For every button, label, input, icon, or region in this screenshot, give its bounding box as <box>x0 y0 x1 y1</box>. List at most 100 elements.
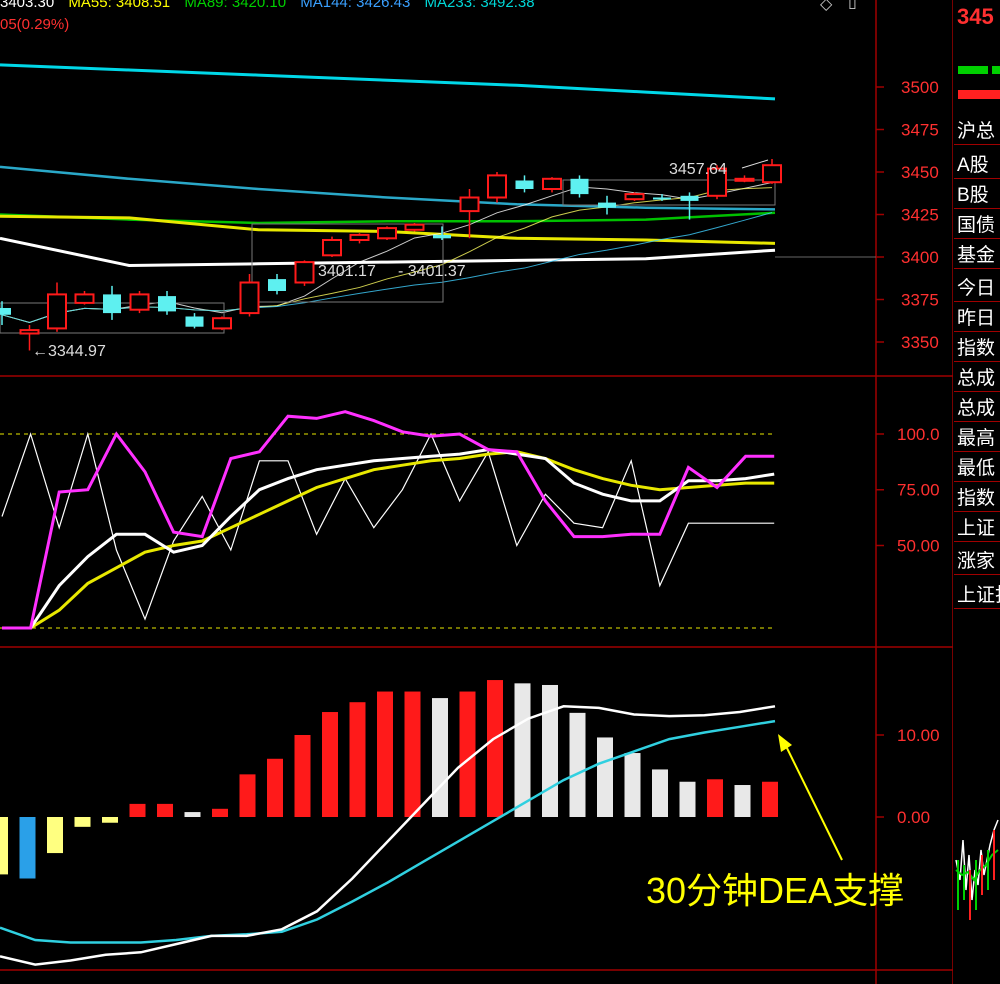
side-label-item[interactable]: B股 <box>957 180 1000 207</box>
side-label-item[interactable]: 今日 <box>957 273 1000 300</box>
kdj-panel <box>1 410 775 630</box>
macd-bar <box>542 684 558 817</box>
macd-bar <box>432 698 448 817</box>
macd-bar <box>267 758 283 817</box>
candle-body-up <box>487 174 507 199</box>
price-axis-label: 3500 <box>901 78 939 97</box>
ma144-line <box>0 165 776 211</box>
macd-bar <box>377 691 393 817</box>
side-label-item[interactable]: 基金 <box>957 240 1000 267</box>
ma144-value: MA144: 3426.43 <box>300 0 411 11</box>
ma233-line <box>0 63 776 101</box>
candle-body-up <box>762 164 782 184</box>
candle-body-up <box>212 317 232 330</box>
side-label-divider <box>954 511 1000 512</box>
kdj-j-line <box>2 410 775 630</box>
macd-bar <box>762 781 778 817</box>
candle-body-down <box>653 197 671 200</box>
side-label-divider <box>954 178 1000 179</box>
candle-body-up <box>404 223 425 231</box>
side-label-item[interactable]: 沪总 <box>957 116 1000 143</box>
candle-body-up <box>19 329 40 335</box>
side-label-divider <box>954 301 1000 302</box>
range-box-right <box>562 179 776 206</box>
kdj-k-line <box>2 448 775 630</box>
price-axis-label: 3425 <box>901 206 939 225</box>
side-label-item[interactable]: 指数 <box>957 333 1000 360</box>
macd-bar <box>294 735 311 817</box>
side-label-divider <box>954 208 1000 209</box>
ma55-value: MA55: 3408.51 <box>68 0 171 11</box>
kdj-axis-label: 50.00 <box>897 536 940 555</box>
side-price: 345 <box>957 4 994 29</box>
candle-body-down <box>570 178 589 195</box>
side-label-divider <box>954 421 1000 422</box>
side-label-divider <box>954 541 1000 542</box>
box-right-label: - 3401.37 <box>398 263 466 280</box>
candle-body-up <box>294 261 315 284</box>
candle-body-down <box>433 234 451 239</box>
macd-bar <box>734 785 751 817</box>
side-label-item[interactable]: 涨家 <box>957 546 1000 573</box>
ma-value-current: 3403.30 <box>0 0 55 11</box>
side-label-divider <box>954 574 1000 575</box>
side-label-item[interactable]: 最低 <box>957 453 1000 480</box>
chart-header: 3403.30 MA55: 3408.51 MA89: 3420.10 MA14… <box>0 0 535 11</box>
candle-body-up <box>542 177 562 191</box>
candle-body-down <box>103 294 121 314</box>
grid-lines <box>0 0 954 984</box>
macd-bar <box>0 817 8 875</box>
macd-bar <box>652 769 668 817</box>
kdj-axis-label: 100.0 <box>897 425 940 444</box>
side-label-item[interactable]: 上证打 <box>957 580 1000 607</box>
kdj-rsv-line <box>1 431 775 621</box>
candle-body-down <box>598 202 616 208</box>
macd-axis-label: 0.00 <box>897 808 930 827</box>
ma233-value: MA233: 3492.38 <box>424 0 535 11</box>
window-icon[interactable]: ▯ <box>848 0 857 12</box>
price-axis-label: 3400 <box>901 248 939 267</box>
side-label-item[interactable]: 昨日 <box>957 303 1000 330</box>
box-left-label: 3401.17 <box>318 263 376 280</box>
macd-bar <box>184 812 201 817</box>
candle-body-up <box>239 281 260 315</box>
macd-bar <box>129 803 146 817</box>
candle-body-up <box>129 293 150 311</box>
candle-body-down <box>268 279 286 291</box>
macd-bar <box>239 774 256 817</box>
side-label-item[interactable]: 上证 <box>957 513 1000 540</box>
candle-body-up <box>47 293 67 330</box>
side-bar-green <box>958 66 988 74</box>
y-axis-labels: 3500 3475 3450 3425 3400 3375 3350 100.0 75.00 50… <box>876 78 940 827</box>
side-label-item[interactable]: 总成 <box>957 393 1000 420</box>
candle-body-up <box>322 239 342 257</box>
macd-bar <box>19 817 36 879</box>
side-label-item[interactable]: 国债 <box>957 210 1000 237</box>
diamond-icon[interactable]: ◇ <box>820 0 832 14</box>
candle-body-down <box>680 195 699 201</box>
macd-bar <box>679 781 696 817</box>
side-label-item[interactable]: 最高 <box>957 423 1000 450</box>
macd-bar <box>349 702 366 817</box>
macd-bar <box>597 737 613 817</box>
side-label-divider <box>954 451 1000 452</box>
macd-bar <box>707 779 723 817</box>
candle-body-up <box>74 293 95 304</box>
side-label-item[interactable]: A股 <box>957 150 1000 177</box>
side-label-divider <box>954 144 1000 145</box>
macd-bar <box>157 803 173 817</box>
side-label-divider <box>954 331 1000 332</box>
side-mini-chart <box>954 800 1000 950</box>
price-axis-label: 3375 <box>901 291 939 310</box>
price-panel: 3457.64 ←3344.97 3401.17 - 3401.37 <box>0 63 782 360</box>
side-label-divider <box>954 268 1000 269</box>
candle-body-down <box>515 180 534 189</box>
candle-body-down <box>158 296 176 312</box>
side-label-item[interactable]: 总成 <box>957 363 1000 390</box>
side-label-item[interactable]: 指数 <box>957 483 1000 510</box>
kdj-d-line <box>2 450 775 630</box>
side-bar-green-2 <box>992 66 1000 74</box>
candle-body-up <box>624 193 645 201</box>
macd-bar <box>487 680 503 817</box>
price-axis-label: 3450 <box>901 163 939 182</box>
